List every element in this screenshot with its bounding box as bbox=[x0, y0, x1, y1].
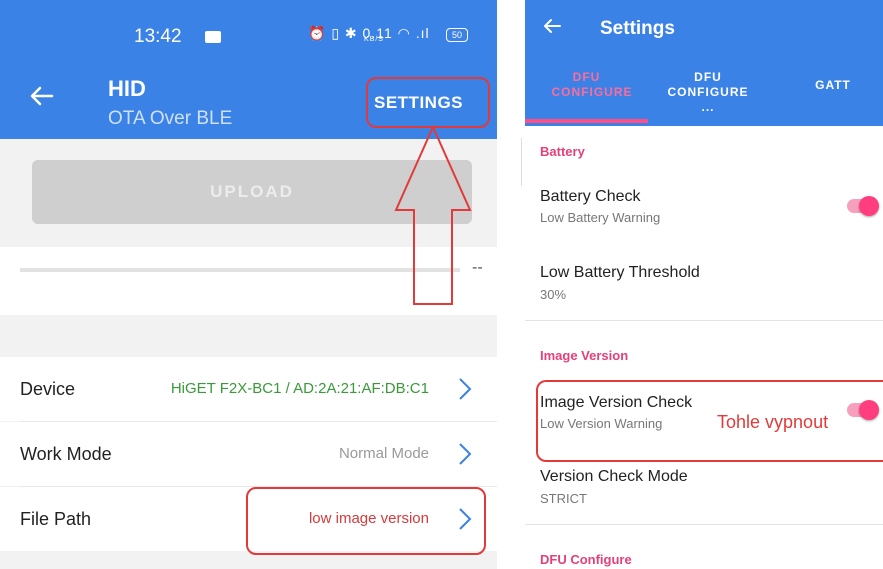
device-value: HiGET F2X-BC1 / AD:2A:21:AF:DB:C1 bbox=[170, 380, 429, 397]
version-check-mode-title: Version Check Mode bbox=[540, 468, 688, 485]
tab-dfu-configure[interactable]: DFU CONFIGURE bbox=[525, 70, 648, 100]
low-battery-threshold-title: Low Battery Threshold bbox=[540, 264, 700, 281]
tab-dfu-configure-2[interactable]: DFU CONFIGURE ... bbox=[648, 70, 768, 115]
page-subtitle: OTA Over BLE bbox=[108, 108, 233, 129]
tab-gatt[interactable]: GATT bbox=[783, 78, 883, 93]
divider bbox=[525, 524, 883, 525]
battery-check-title: Battery Check bbox=[540, 188, 641, 205]
version-check-mode-value: STRICT bbox=[540, 491, 587, 506]
right-screen: Settings DFU CONFIGURE DFU CONFIGURE ...… bbox=[525, 0, 883, 569]
annotation-arrow-icon bbox=[394, 124, 472, 305]
section-dfu-configure: DFU Configure bbox=[540, 552, 632, 567]
toggle-knob bbox=[859, 196, 879, 216]
camera-icon bbox=[205, 31, 221, 43]
highlight-box-file-path bbox=[246, 487, 486, 555]
tab-label: DFU CONFIGURE ... bbox=[667, 70, 749, 114]
back-arrow-icon[interactable] bbox=[543, 18, 561, 34]
page-title: HID bbox=[108, 76, 146, 101]
low-battery-threshold-item[interactable]: Low Battery Threshold 30% bbox=[525, 252, 883, 316]
tab-label: GATT bbox=[815, 78, 851, 92]
battery-check-subtitle: Low Battery Warning bbox=[540, 210, 661, 225]
battery-check-item[interactable]: Battery Check Low Battery Warning bbox=[525, 176, 883, 240]
battery-icon: 50 bbox=[446, 28, 468, 42]
device-row[interactable]: Device HiGET F2X-BC1 / AD:2A:21:AF:DB:C1 bbox=[0, 357, 497, 421]
tab-indicator bbox=[525, 119, 648, 123]
section-battery: Battery bbox=[540, 144, 585, 159]
highlight-box-image-version bbox=[536, 380, 883, 462]
left-screen: 13:42 ⏰ ▯ ✱ 0.11 ◠ .ıl KB/S 50 HID OTA O… bbox=[0, 0, 497, 569]
page-title: Settings bbox=[600, 18, 675, 39]
device-label: Device bbox=[20, 379, 76, 399]
tab-label: DFU CONFIGURE bbox=[551, 70, 633, 99]
chevron-right-icon bbox=[459, 443, 472, 465]
back-arrow-icon[interactable] bbox=[30, 86, 54, 106]
highlight-box-settings bbox=[366, 77, 490, 128]
status-icons: ⏰ ▯ ✱ 0.11 ◠ .ıl KB/S bbox=[308, 25, 430, 43]
section-image-version: Image Version bbox=[540, 348, 629, 363]
gap-strip bbox=[497, 0, 525, 569]
divider bbox=[521, 138, 522, 186]
work-mode-value: Normal Mode bbox=[338, 445, 429, 462]
low-battery-threshold-value: 30% bbox=[540, 287, 567, 302]
status-time: 13:42 bbox=[134, 26, 182, 47]
version-check-mode-item[interactable]: Version Check Mode STRICT bbox=[525, 462, 883, 520]
net-speed-unit: KB/S bbox=[364, 36, 384, 43]
chevron-right-icon bbox=[459, 378, 472, 400]
divider bbox=[525, 320, 883, 321]
file-path-label: File Path bbox=[20, 509, 92, 529]
work-mode-row[interactable]: Work Mode Normal Mode bbox=[0, 422, 497, 486]
work-mode-label: Work Mode bbox=[20, 444, 112, 464]
